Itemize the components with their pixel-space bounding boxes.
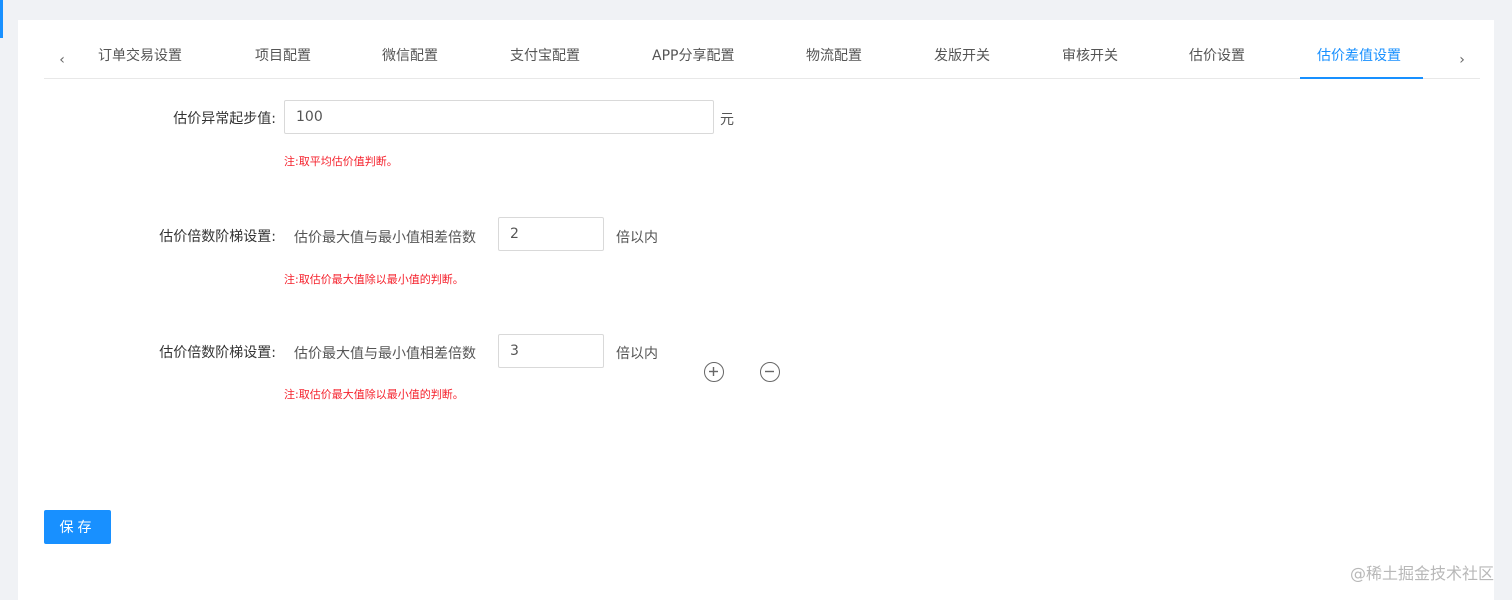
plus-circle-icon bbox=[709, 367, 718, 376]
ladder-2-multiple-input[interactable] bbox=[498, 334, 604, 368]
ladder-2-label: 估价倍数阶梯设置: bbox=[159, 345, 276, 361]
start-value-label: 估价异常起步值: bbox=[173, 111, 276, 127]
ladder-2-note: 注:取估价最大值除以最小值的判断。 bbox=[284, 388, 464, 401]
tab-release-switch[interactable]: 发版开关 bbox=[934, 42, 990, 78]
ladder-1-prefix: 估价最大值与最小值相差倍数 bbox=[294, 230, 476, 246]
page: ‹ 订单交易设置 项目配置 微信配置 支付宝配置 APP分享配置 物流配置 发版… bbox=[0, 0, 1512, 600]
ladder-1-note: 注:取估价最大值除以最小值的判断。 bbox=[284, 273, 464, 286]
tab-order-trade-settings[interactable]: 订单交易设置 bbox=[98, 42, 182, 78]
tab-project-config[interactable]: 项目配置 bbox=[255, 42, 311, 78]
tab-wechat-config[interactable]: 微信配置 bbox=[382, 42, 438, 78]
active-tab-indicator bbox=[1300, 77, 1423, 79]
tab-valuation-diff-settings[interactable]: 估价差值设置 bbox=[1317, 42, 1401, 78]
start-value-note: 注:取平均估价值判断。 bbox=[284, 155, 398, 168]
tab-prev-arrow-icon[interactable]: ‹ bbox=[50, 48, 74, 72]
tab-valuation-settings[interactable]: 估价设置 bbox=[1189, 42, 1245, 78]
ladder-1-multiple-input[interactable] bbox=[498, 217, 604, 251]
tab-app-share-config[interactable]: APP分享配置 bbox=[652, 42, 734, 78]
ladder-2-prefix: 估价最大值与最小值相差倍数 bbox=[294, 346, 476, 362]
tab-bar: ‹ 订单交易设置 项目配置 微信配置 支付宝配置 APP分享配置 物流配置 发版… bbox=[44, 42, 1480, 79]
settings-card: ‹ 订单交易设置 项目配置 微信配置 支付宝配置 APP分享配置 物流配置 发版… bbox=[18, 20, 1494, 600]
tab-logistics-config[interactable]: 物流配置 bbox=[806, 42, 862, 78]
tab-alipay-config[interactable]: 支付宝配置 bbox=[510, 42, 580, 78]
watermark-text: @稀土掘金技术社区 bbox=[1349, 564, 1494, 583]
start-value-input[interactable] bbox=[284, 100, 714, 134]
remove-ladder-button[interactable] bbox=[760, 362, 780, 382]
ladder-1-label: 估价倍数阶梯设置: bbox=[159, 229, 276, 245]
minus-circle-icon bbox=[765, 370, 774, 373]
ladder-2-suffix: 倍以内 bbox=[616, 346, 658, 362]
tab-next-arrow-icon[interactable]: › bbox=[1450, 48, 1474, 72]
add-ladder-button[interactable] bbox=[704, 362, 724, 382]
save-button[interactable]: 保存 bbox=[44, 510, 111, 544]
tab-review-switch[interactable]: 审核开关 bbox=[1062, 42, 1118, 78]
sidebar-accent-bar bbox=[0, 0, 3, 38]
ladder-1-suffix: 倍以内 bbox=[616, 230, 658, 246]
start-value-unit: 元 bbox=[720, 112, 734, 128]
